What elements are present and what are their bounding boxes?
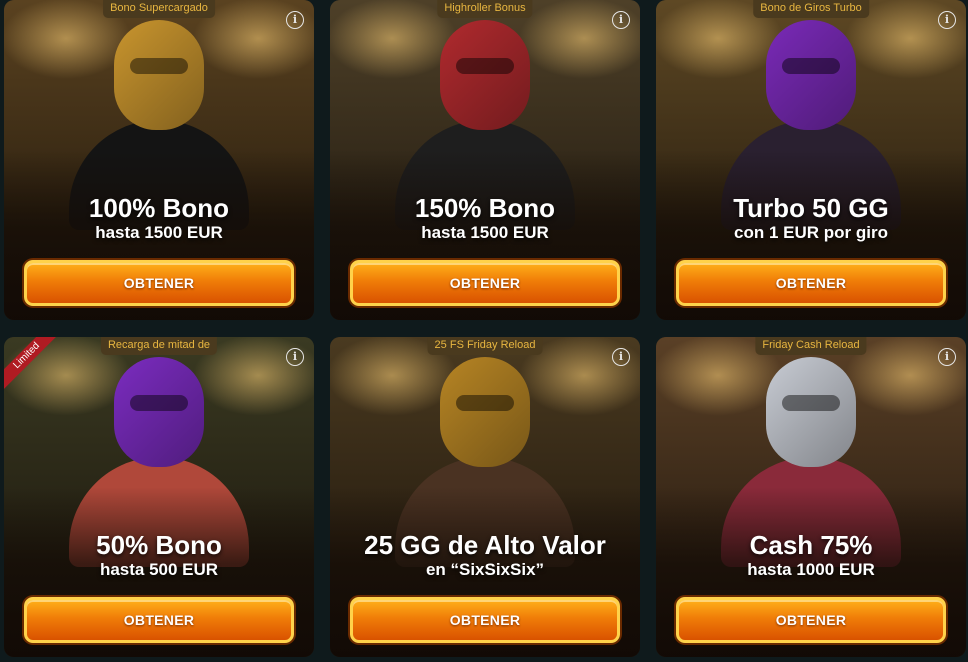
bonus-subtitle: hasta 1500 EUR — [421, 223, 549, 242]
bonus-title: 150% Bono — [414, 193, 556, 223]
bonus-grid: Bono Supercargado i 100% Bono hasta 1500… — [0, 0, 968, 662]
character-head — [114, 357, 204, 467]
bonus-card-highroller[interactable]: Highroller Bonus i 150% Bono hasta 1500 … — [330, 0, 640, 320]
bonus-subtitle: hasta 500 EUR — [99, 560, 219, 579]
obtener-button[interactable]: OBTENER — [676, 597, 946, 643]
info-icon[interactable]: i — [938, 348, 956, 366]
bonus-card-recarga-mitad[interactable]: Limited Recarga de mitad de i 50% Bono h… — [4, 337, 314, 657]
info-icon[interactable]: i — [286, 11, 304, 29]
character-head — [114, 20, 204, 130]
obtener-button[interactable]: OBTENER — [350, 597, 620, 643]
bonus-tag: Recarga de mitad de — [100, 337, 218, 355]
obtener-button[interactable]: OBTENER — [24, 260, 294, 306]
character-head — [766, 357, 856, 467]
obtener-button[interactable]: OBTENER — [24, 597, 294, 643]
bonus-tag: Highroller Bonus — [437, 0, 533, 18]
info-icon[interactable]: i — [612, 11, 630, 29]
info-icon[interactable]: i — [938, 11, 956, 29]
bonus-card-giros-turbo[interactable]: Bono de Giros Turbo i Turbo 50 GG con 1 … — [656, 0, 966, 320]
character-head — [766, 20, 856, 130]
bonus-card-friday-reload-fs[interactable]: 25 FS Friday Reload i 25 GG de Alto Valo… — [330, 337, 640, 657]
info-icon[interactable]: i — [612, 348, 630, 366]
bonus-tag: Bono Supercargado — [103, 0, 215, 18]
bonus-title: Cash 75% — [749, 530, 873, 560]
obtener-button[interactable]: OBTENER — [350, 260, 620, 306]
bonus-tag: 25 FS Friday Reload — [427, 337, 543, 355]
bonus-subtitle: hasta 1000 EUR — [747, 560, 875, 579]
info-icon[interactable]: i — [286, 348, 304, 366]
bonus-card-friday-cash-reload[interactable]: Friday Cash Reload i Cash 75% hasta 1000… — [656, 337, 966, 657]
bonus-title: Turbo 50 GG — [733, 193, 889, 223]
bonus-subtitle: con 1 EUR por giro — [734, 223, 888, 242]
bonus-tag: Bono de Giros Turbo — [753, 0, 869, 18]
obtener-button[interactable]: OBTENER — [676, 260, 946, 306]
character-head — [440, 357, 530, 467]
bonus-card-supercargado[interactable]: Bono Supercargado i 100% Bono hasta 1500… — [4, 0, 314, 320]
bonus-subtitle: hasta 1500 EUR — [95, 223, 223, 242]
bonus-title: 50% Bono — [96, 530, 222, 560]
character-head — [440, 20, 530, 130]
bonus-title: 25 GG de Alto Valor — [364, 530, 606, 560]
bonus-title: 100% Bono — [88, 193, 230, 223]
bonus-tag: Friday Cash Reload — [755, 337, 867, 355]
bonus-subtitle: en “SixSixSix” — [425, 560, 545, 579]
